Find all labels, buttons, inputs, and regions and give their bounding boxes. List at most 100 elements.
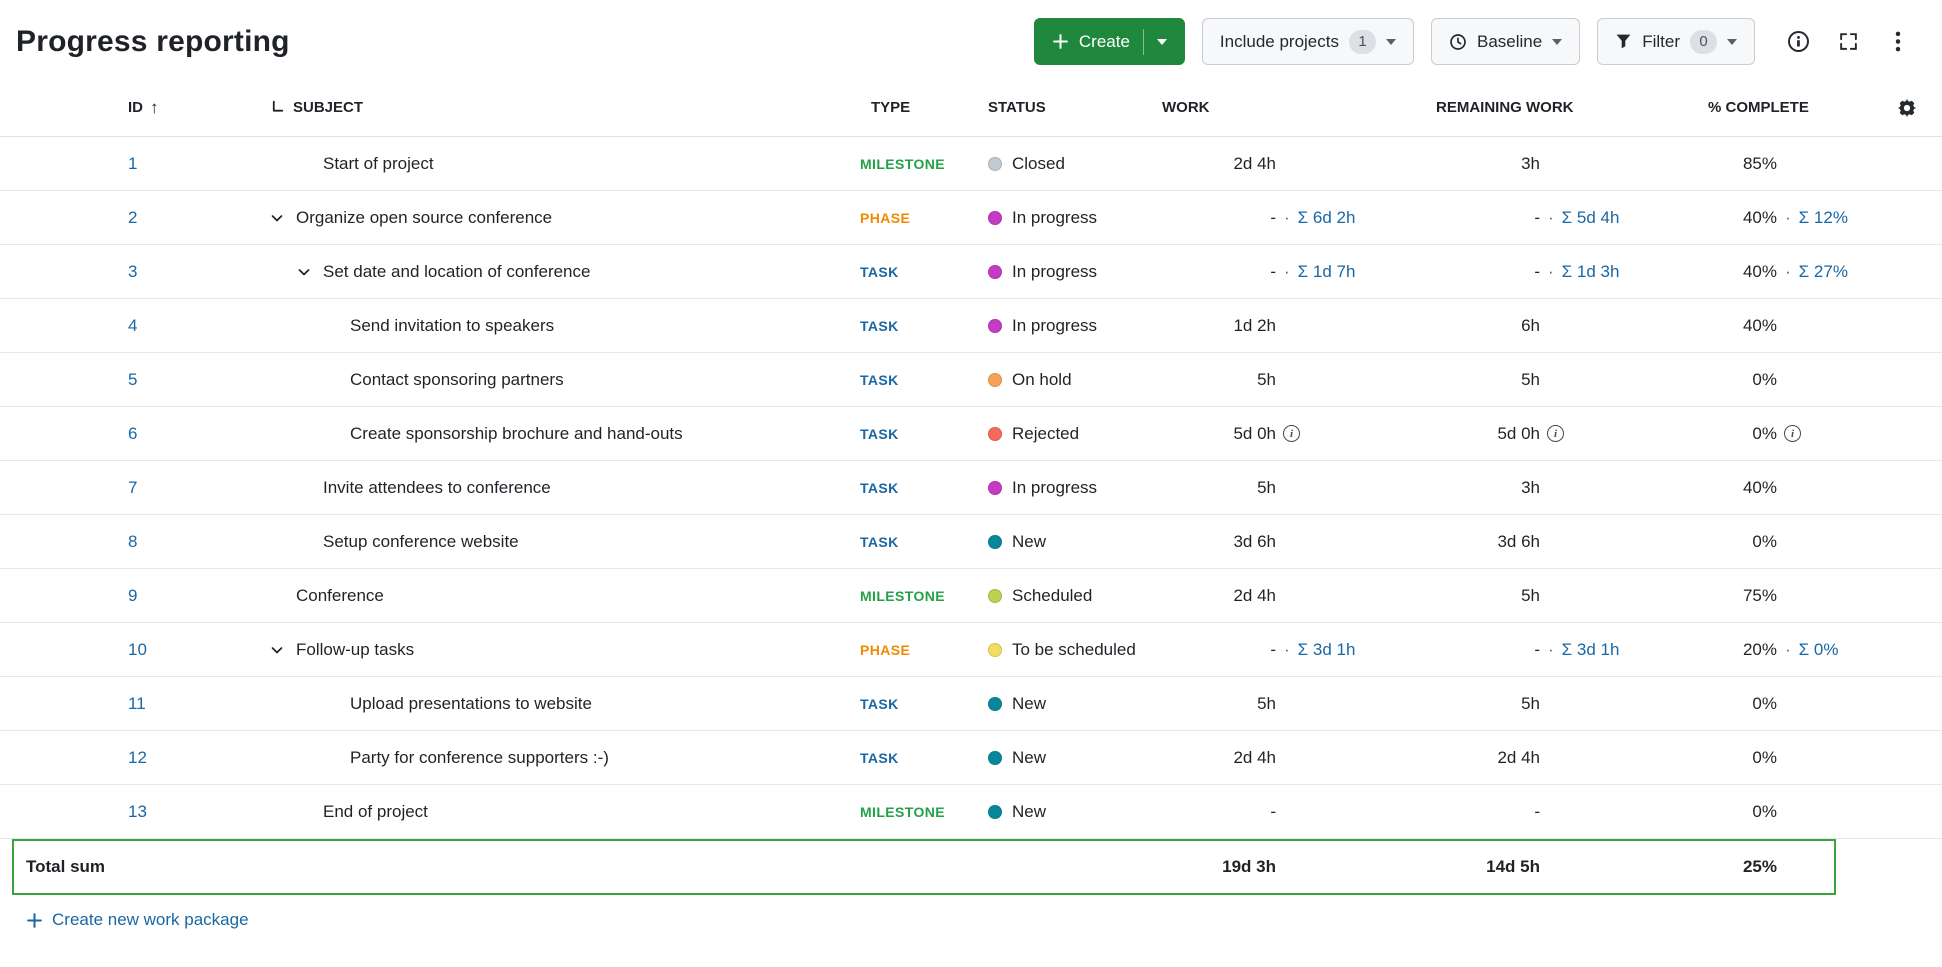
table-row[interactable]: 13 End of project MILESTONE New - - 0% (0, 785, 1942, 839)
info-button[interactable] (1776, 20, 1820, 64)
table-row[interactable]: 10 Follow-up tasks PHASE To be scheduled - · Σ… (0, 623, 1942, 677)
work-package-id-link[interactable]: 7 (128, 478, 137, 497)
derived-sum-link[interactable]: Σ 3d 1h (1562, 640, 1620, 660)
cell-value-box: 2d 4h (1150, 586, 1276, 606)
collapse-chevron-icon[interactable] (269, 642, 296, 658)
status-dot-icon (988, 372, 1002, 387)
status-dot-icon (988, 588, 1002, 603)
type-label: MILESTONE (860, 155, 946, 172)
include-projects-button[interactable]: Include projects 1 (1201, 18, 1414, 65)
column-header-type[interactable]: TYPE (860, 99, 975, 116)
cell-value-box: 40% (1670, 262, 1777, 282)
column-header-remaining-work[interactable]: REMAINING WORK (1380, 99, 1670, 116)
derived-sum-link[interactable]: Σ 6d 2h (1298, 208, 1356, 228)
cell-value: 40% (1742, 261, 1777, 281)
work-package-id-link[interactable]: 2 (128, 208, 137, 227)
status-cell: In progress (975, 316, 1150, 336)
table-row[interactable]: 12 Party for conference supporters :-) TAS… (0, 731, 1942, 785)
type-cell: MILESTONE (860, 586, 975, 606)
info-icon[interactable]: i (1547, 425, 1564, 442)
subject-cell: Organize open source conference (260, 208, 860, 228)
sum-separator: · (1284, 207, 1290, 227)
table-settings-gear-icon[interactable] (1894, 95, 1920, 121)
work-cell: - · Σ 6d 2h (1150, 208, 1380, 228)
cell-value-box: 1d 2h (1150, 316, 1276, 336)
derived-sum-link[interactable]: Σ 1d 7h (1298, 262, 1356, 282)
create-work-package-link[interactable]: Create new work package (26, 910, 249, 930)
column-header-work[interactable]: WORK (1150, 99, 1380, 116)
table-row[interactable]: 11 Upload presentations to website TASK New… (0, 677, 1942, 731)
derived-sum-link[interactable]: Σ 3d 1h (1298, 640, 1356, 660)
button-divider (1142, 28, 1144, 55)
type-cell: TASK (860, 316, 975, 336)
id-cell: 4 (0, 316, 260, 336)
id-cell: 9 (0, 586, 260, 606)
collapse-chevron-icon[interactable] (269, 210, 296, 226)
id-cell: 12 (0, 748, 260, 768)
work-package-id-link[interactable]: 9 (128, 586, 137, 605)
percent-complete-cell: 0% i (1670, 424, 1870, 444)
column-header-status[interactable]: STATUS (975, 99, 1150, 116)
cell-value-box: 5h (1150, 694, 1276, 714)
work-package-id-link[interactable]: 1 (128, 154, 137, 173)
info-icon[interactable]: i (1784, 425, 1801, 442)
status-label: To be scheduled (1012, 639, 1136, 659)
percent-complete-cell: 0% (1670, 532, 1870, 552)
subject-label: Organize open source conference (296, 207, 553, 227)
column-header-percent-complete[interactable]: % COMPLETE (1670, 99, 1870, 116)
work-package-id-link[interactable]: 12 (128, 748, 147, 767)
work-package-id-link[interactable]: 13 (128, 802, 147, 821)
subject-cell: Set date and location of conference (260, 262, 860, 282)
table-row[interactable]: 6 Create sponsorship brochure and hand-ou… (0, 407, 1942, 461)
sum-separator: · (1548, 261, 1554, 281)
cell-value: 5h (1257, 477, 1276, 497)
baseline-button[interactable]: Baseline (1431, 18, 1581, 65)
work-package-id-link[interactable]: 8 (128, 532, 137, 551)
work-package-id-link[interactable]: 3 (128, 262, 137, 281)
work-package-id-link[interactable]: 10 (128, 640, 147, 659)
id-cell: 8 (0, 532, 260, 552)
cell-value: 0% (1752, 531, 1777, 551)
cell-value: 6h (1521, 315, 1540, 335)
column-header-subject[interactable]: SUBJECT (260, 99, 860, 116)
work-package-id-link[interactable]: 6 (128, 424, 137, 443)
table-row[interactable]: 8 Setup conference website TASK New 3d 6h 3d … (0, 515, 1942, 569)
work-package-id-link[interactable]: 5 (128, 370, 137, 389)
collapse-chevron-icon[interactable] (296, 264, 323, 280)
cell-value-box: 40% (1670, 478, 1777, 498)
cell-value-box: 85% (1670, 154, 1777, 174)
table-row[interactable]: 7 Invite attendees to conference TASK In pr… (0, 461, 1942, 515)
percent-complete-cell: 75% (1670, 586, 1870, 606)
table-row[interactable]: 4 Send invitation to speakers TASK In progr… (0, 299, 1942, 353)
derived-sum-link[interactable]: Σ 5d 4h (1562, 208, 1620, 228)
work-package-id-link[interactable]: 11 (128, 694, 146, 713)
status-cell: New (975, 802, 1150, 822)
remaining-work-cell: - · Σ 5d 4h (1380, 208, 1670, 228)
work-package-id-link[interactable]: 4 (128, 316, 137, 335)
table-row[interactable]: 2 Organize open source conference PHASE In … (0, 191, 1942, 245)
cell-value: 5h (1521, 369, 1540, 389)
filter-button[interactable]: Filter 0 (1597, 18, 1755, 65)
table-row[interactable]: 3 Set date and location of conference TASK… (0, 245, 1942, 299)
column-header-id[interactable]: ID ↑ (0, 98, 260, 118)
fullscreen-button[interactable] (1826, 20, 1870, 64)
id-cell: 10 (0, 640, 260, 660)
derived-sum-link[interactable]: Σ 27% (1799, 262, 1848, 282)
table-row[interactable]: 1 Start of project MILESTONE Closed 2d 4h 3h 8… (0, 137, 1942, 191)
subject-label: Party for conference supporters :-) (350, 747, 609, 767)
cell-value: 85% (1742, 153, 1777, 173)
cell-value: 75% (1742, 585, 1777, 605)
info-icon[interactable]: i (1283, 425, 1300, 442)
type-cell: MILESTONE (860, 802, 975, 822)
derived-sum-link[interactable]: Σ 1d 3h (1562, 262, 1620, 282)
create-button[interactable]: Create (1033, 18, 1185, 65)
cell-value-box: - (1380, 208, 1540, 228)
derived-sum-link[interactable]: Σ 12% (1799, 208, 1848, 228)
cell-value-box: 5h (1150, 478, 1276, 498)
more-menu-button[interactable] (1876, 20, 1920, 64)
table-row[interactable]: 5 Contact sponsoring partners TASK On hold 5… (0, 353, 1942, 407)
cell-value-box: 6h (1380, 316, 1540, 336)
derived-sum-link[interactable]: Σ 0% (1799, 640, 1839, 660)
table-row[interactable]: 9 Conference MILESTONE Scheduled 2d 4h 5h 75% (0, 569, 1942, 623)
subject-label: Follow-up tasks (296, 639, 415, 659)
